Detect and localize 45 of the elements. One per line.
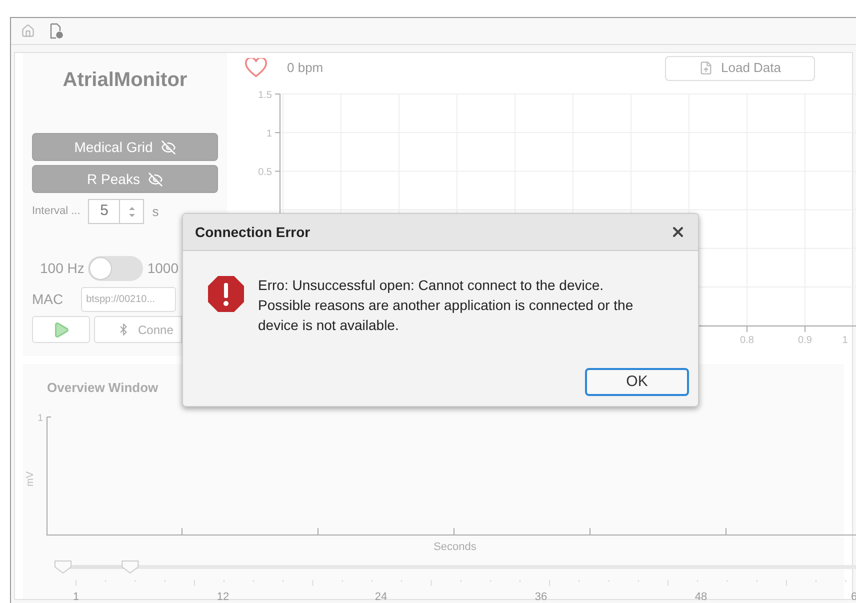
x-tick-label: 0.8 [740, 335, 754, 346]
rate-label: 1000 [147, 259, 179, 278]
mac-label: MAC [32, 290, 64, 309]
x-tick-label: 0.9 [798, 335, 812, 346]
error-icon [207, 275, 245, 313]
app-title: AtrialMonitor [62, 68, 188, 93]
connect-button[interactable]: Conne [94, 316, 182, 343]
range-handle[interactable] [122, 560, 139, 574]
range-handle[interactable] [54, 560, 72, 574]
ok-button[interactable]: OK [585, 368, 689, 396]
document-icon[interactable] [49, 23, 63, 39]
home-icon[interactable] [21, 24, 35, 38]
x-axis-label: Seconds [434, 541, 476, 553]
close-icon [670, 224, 686, 240]
eye-off-icon [148, 172, 163, 186]
spin-arrows-icon[interactable] [126, 204, 137, 218]
eye-off-icon [160, 140, 176, 154]
slider-tick-label: 12 [216, 591, 230, 603]
heart-icon [245, 58, 267, 78]
play-icon [52, 320, 70, 338]
y-tick-label: 0.5 [258, 167, 272, 178]
x-tick-label: 1 [842, 335, 848, 346]
mac-field[interactable]: btspp://00210... [81, 287, 176, 312]
bluetooth-icon [117, 323, 130, 336]
heart-rate: 0 bpm [287, 59, 324, 78]
slider-tick-label: 48 [694, 591, 708, 603]
error-message: Erro: Unsuccessful open: Cannot connect to the device. Possible reasons are another application is connected or the device is not available. [258, 276, 634, 335]
slider-tick-label: 36 [534, 591, 548, 603]
y-tick-label: 1 [37, 413, 43, 424]
slider-tick-label: 1 [72, 591, 80, 603]
unit-label: s [152, 202, 159, 221]
slider-tick-label: 24 [374, 591, 388, 603]
y-axis-label: mV [25, 472, 36, 486]
play-button[interactable] [32, 316, 90, 343]
dialog-title: Connection Error [195, 222, 310, 242]
y-tick-label: 1.5 [258, 91, 272, 101]
file-upload-icon [699, 61, 713, 75]
overview-title: Overview Window [47, 379, 158, 397]
rate-switch[interactable] [88, 256, 144, 281]
y-tick-label: 1 [266, 128, 272, 140]
rate-label: 100 Hz [40, 259, 84, 278]
interval-label: Interval ... [32, 204, 80, 220]
close-button[interactable] [670, 224, 686, 240]
load-data-button[interactable]: Load Data [665, 56, 815, 80]
interval-spinner[interactable]: 5 [88, 199, 144, 224]
